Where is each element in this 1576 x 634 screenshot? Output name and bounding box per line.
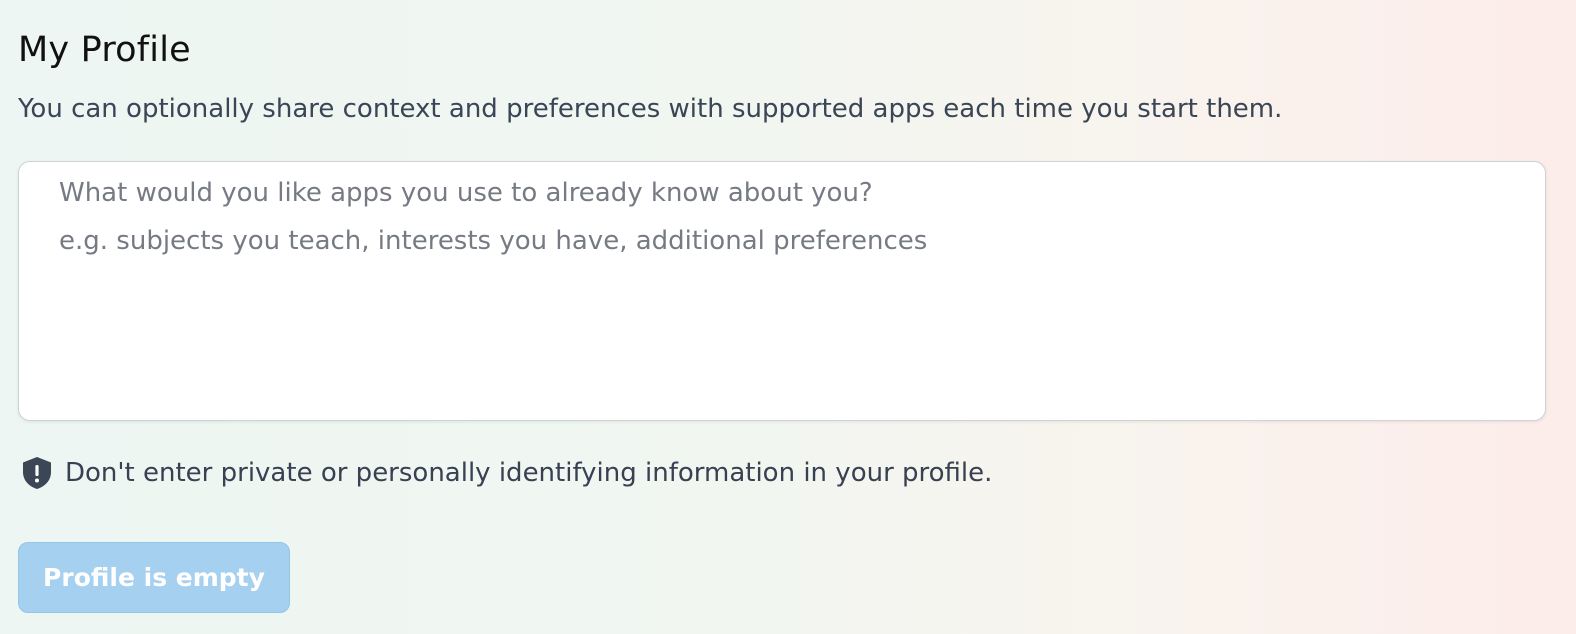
profile-placeholder-line-2: e.g. subjects you teach, interests you h… bbox=[59, 226, 928, 256]
page-description: You can optionally share context and pre… bbox=[18, 94, 1283, 124]
page-title: My Profile bbox=[18, 30, 191, 70]
shield-alert-icon bbox=[23, 457, 51, 489]
save-profile-button[interactable]: Profile is empty bbox=[18, 542, 290, 613]
privacy-warning-text: Don't enter private or personally identi… bbox=[65, 458, 993, 488]
privacy-warning: Don't enter private or personally identi… bbox=[18, 455, 992, 491]
profile-placeholder-line-1: What would you like apps you use to alre… bbox=[59, 178, 873, 208]
